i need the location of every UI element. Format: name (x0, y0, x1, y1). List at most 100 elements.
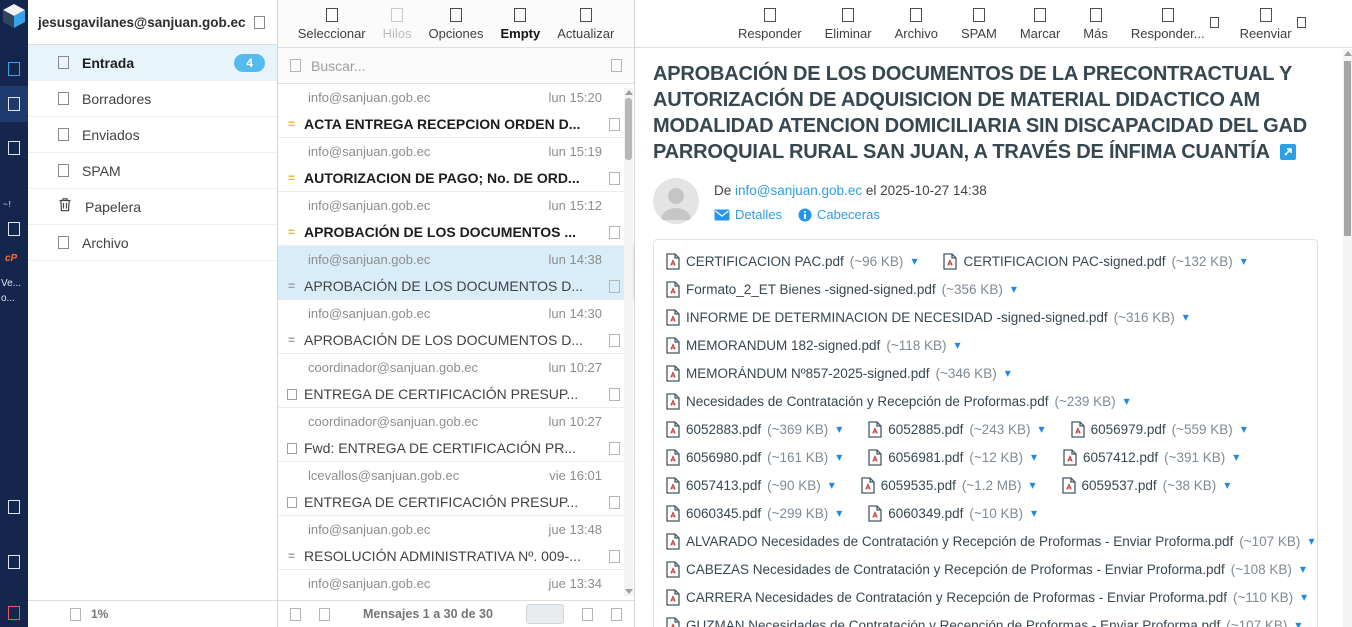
attachment-dropdown-caret[interactable]: ▾ (1233, 450, 1239, 464)
scroll-down-icon[interactable] (625, 589, 633, 594)
attachment-dropdown-caret[interactable]: ▾ (836, 506, 842, 520)
message-checkbox[interactable] (609, 550, 620, 563)
attachment-dropdown-caret[interactable]: ▾ (1241, 254, 1247, 268)
attachment[interactable]: CARRERA Necesidades de Contratación y Re… (666, 589, 1307, 606)
folder-row[interactable]: Entrada 4 (28, 45, 277, 81)
attachment-name[interactable]: Necesidades de Contratación y Recepción … (686, 394, 1048, 409)
attachment-dropdown-caret[interactable]: ▾ (911, 254, 917, 268)
sidebar-nav-icon[interactable] (8, 500, 20, 514)
attachment[interactable]: CERTIFICACION PAC.pdf (~96 KB) ▾ (666, 253, 917, 270)
account-menu-icon[interactable] (254, 16, 265, 29)
attachment-dropdown-caret[interactable]: ▾ (1124, 394, 1130, 408)
folder-row[interactable]: Enviados (28, 117, 277, 153)
message-row[interactable]: info@sanjuan.gob.ec jue 13:34 (278, 570, 634, 600)
reader-toolbar-button[interactable]: Responder... (1131, 8, 1205, 41)
scrollbar-thumb[interactable] (625, 98, 632, 160)
attachment[interactable]: 6060345.pdf (~299 KB) ▾ (666, 505, 842, 522)
attachment-name[interactable]: ALVARADO Necesidades de Contratación y R… (686, 534, 1233, 549)
attachment-dropdown-caret[interactable]: ▾ (1241, 422, 1247, 436)
attachment-dropdown-caret[interactable]: ▾ (1031, 506, 1037, 520)
attachment-dropdown-caret[interactable]: ▾ (1300, 562, 1306, 576)
message-checkbox[interactable] (609, 496, 620, 509)
attachment[interactable]: 6057412.pdf (~391 KB) ▾ (1063, 449, 1239, 466)
message-row[interactable]: info@sanjuan.gob.ec lun 14:30 APROBACIÓN… (278, 300, 634, 354)
reader-toolbar-dropdown-icon[interactable] (1297, 17, 1306, 28)
attachment-name[interactable]: CABEZAS Necesidades de Contratación y Re… (686, 562, 1225, 577)
attachment-name[interactable]: CARRERA Necesidades de Contratación y Re… (686, 590, 1227, 605)
open-in-new-window-icon[interactable] (1280, 141, 1296, 167)
footer-next-page-icon[interactable] (582, 608, 593, 621)
scroll-up-icon[interactable] (1344, 51, 1352, 56)
attachment-dropdown-caret[interactable]: ▾ (1224, 478, 1230, 492)
footer-first-page-icon[interactable] (290, 608, 301, 621)
sidebar-nav-icon[interactable] (8, 141, 20, 155)
attachment[interactable]: INFORME DE DETERMINACION DE NECESIDAD -s… (666, 309, 1189, 326)
toolbar-button[interactable]: Empty (500, 8, 540, 41)
sidebar-nav-icon[interactable] (8, 555, 20, 569)
page-number-input[interactable] (526, 604, 564, 624)
attachment-dropdown-caret[interactable]: ▾ (829, 478, 835, 492)
attachment[interactable]: CABEZAS Necesidades de Contratación y Re… (666, 561, 1306, 578)
reader-toolbar-button[interactable]: Archivo (895, 8, 938, 41)
attachment-name[interactable]: 6056980.pdf (686, 450, 761, 465)
attachment-name[interactable]: 6052885.pdf (888, 422, 963, 437)
sidebar-logout-icon[interactable] (8, 606, 20, 620)
message-checkbox[interactable] (609, 172, 620, 185)
attachment-dropdown-caret[interactable]: ▾ (1005, 366, 1011, 380)
search-options-icon[interactable] (611, 59, 622, 72)
headers-link[interactable]: Cabeceras (798, 207, 880, 222)
toolbar-button[interactable]: Hilos (383, 8, 412, 41)
attachment-dropdown-caret[interactable]: ▾ (1039, 422, 1045, 436)
sidebar-nav-icon[interactable] (8, 97, 20, 111)
webmail-logo-icon[interactable] (2, 3, 26, 34)
attachment-name[interactable]: 6052883.pdf (686, 422, 761, 437)
attachment[interactable]: 6059535.pdf (~1.2 MB) ▾ (861, 477, 1036, 494)
attachment-dropdown-caret[interactable]: ▾ (1295, 618, 1301, 627)
attachment-name[interactable]: 6060345.pdf (686, 506, 761, 521)
message-row[interactable]: info@sanjuan.gob.ec jue 13:48 RESOLUCIÓN… (278, 516, 634, 570)
attachment-name[interactable]: CERTIFICACION PAC.pdf (686, 254, 844, 269)
attachment[interactable]: Formato_2_ET Bienes -signed-signed.pdf (… (666, 281, 1017, 298)
sidebar-nav-icon[interactable] (8, 222, 20, 236)
toolbar-button[interactable]: Seleccionar (298, 8, 366, 41)
search-input[interactable] (311, 58, 601, 74)
attachment-name[interactable]: 6057412.pdf (1083, 450, 1158, 465)
attachment[interactable]: MEMORANDUM 182-signed.pdf (~118 KB) ▾ (666, 337, 961, 354)
attachment-name[interactable]: MEMORANDUM 182-signed.pdf (686, 338, 880, 353)
message-checkbox[interactable] (609, 226, 620, 239)
reader-toolbar-dropdown-icon[interactable] (1210, 17, 1219, 28)
attachment-name[interactable]: INFORME DE DETERMINACION DE NECESIDAD -s… (686, 310, 1108, 325)
cpanel-logo[interactable]: cP (5, 253, 17, 264)
attachment[interactable]: 6056979.pdf (~559 KB) ▾ (1071, 421, 1247, 438)
attachment[interactable]: GUZMAN Necesidades de Contratación y Rec… (666, 617, 1301, 627)
attachment-name[interactable]: 6056979.pdf (1091, 422, 1166, 437)
attachment[interactable]: 6060349.pdf (~10 KB) ▾ (868, 505, 1037, 522)
attachment[interactable]: 6056981.pdf (~12 KB) ▾ (868, 449, 1037, 466)
message-checkbox[interactable] (609, 118, 620, 131)
attachment[interactable]: MEMORÁNDUM Nº857-2025-signed.pdf (~346 K… (666, 365, 1011, 382)
attachment-name[interactable]: MEMORÁNDUM Nº857-2025-signed.pdf (686, 366, 930, 381)
message-row[interactable]: info@sanjuan.gob.ec lun 15:19 AUTORIZACI… (278, 138, 634, 192)
attachment-name[interactable]: GUZMAN Necesidades de Contratación y Rec… (686, 618, 1220, 627)
message-list-scrollbar[interactable] (624, 88, 633, 596)
attachment-dropdown-caret[interactable]: ▾ (1030, 478, 1036, 492)
footer-prev-page-icon[interactable] (319, 608, 330, 621)
reader-toolbar-button[interactable]: Reenviar (1240, 8, 1292, 41)
attachment-dropdown-caret[interactable]: ▾ (955, 338, 961, 352)
footer-last-page-icon[interactable] (611, 608, 622, 621)
attachment[interactable]: 6059537.pdf (~38 KB) ▾ (1062, 477, 1231, 494)
attachment-name[interactable]: 6056981.pdf (888, 450, 963, 465)
toolbar-button[interactable]: Actualizar (557, 8, 614, 41)
folder-row[interactable]: Papelera (28, 189, 277, 225)
attachment[interactable]: 6052885.pdf (~243 KB) ▾ (868, 421, 1044, 438)
folder-row[interactable]: Archivo (28, 225, 277, 261)
message-checkbox[interactable] (609, 280, 620, 293)
attachment-dropdown-caret[interactable]: ▾ (836, 450, 842, 464)
attachment[interactable]: 6056980.pdf (~161 KB) ▾ (666, 449, 842, 466)
attachment-dropdown-caret[interactable]: ▾ (1308, 534, 1314, 548)
attachment-name[interactable]: CERTIFICACION PAC-signed.pdf (963, 254, 1165, 269)
message-row[interactable]: lcevallos@sanjuan.gob.ec vie 16:01 ENTRE… (278, 462, 634, 516)
attachment[interactable]: Necesidades de Contratación y Recepción … (666, 393, 1130, 410)
attachment-dropdown-caret[interactable]: ▾ (1301, 590, 1307, 604)
attachment-name[interactable]: 6060349.pdf (888, 506, 963, 521)
